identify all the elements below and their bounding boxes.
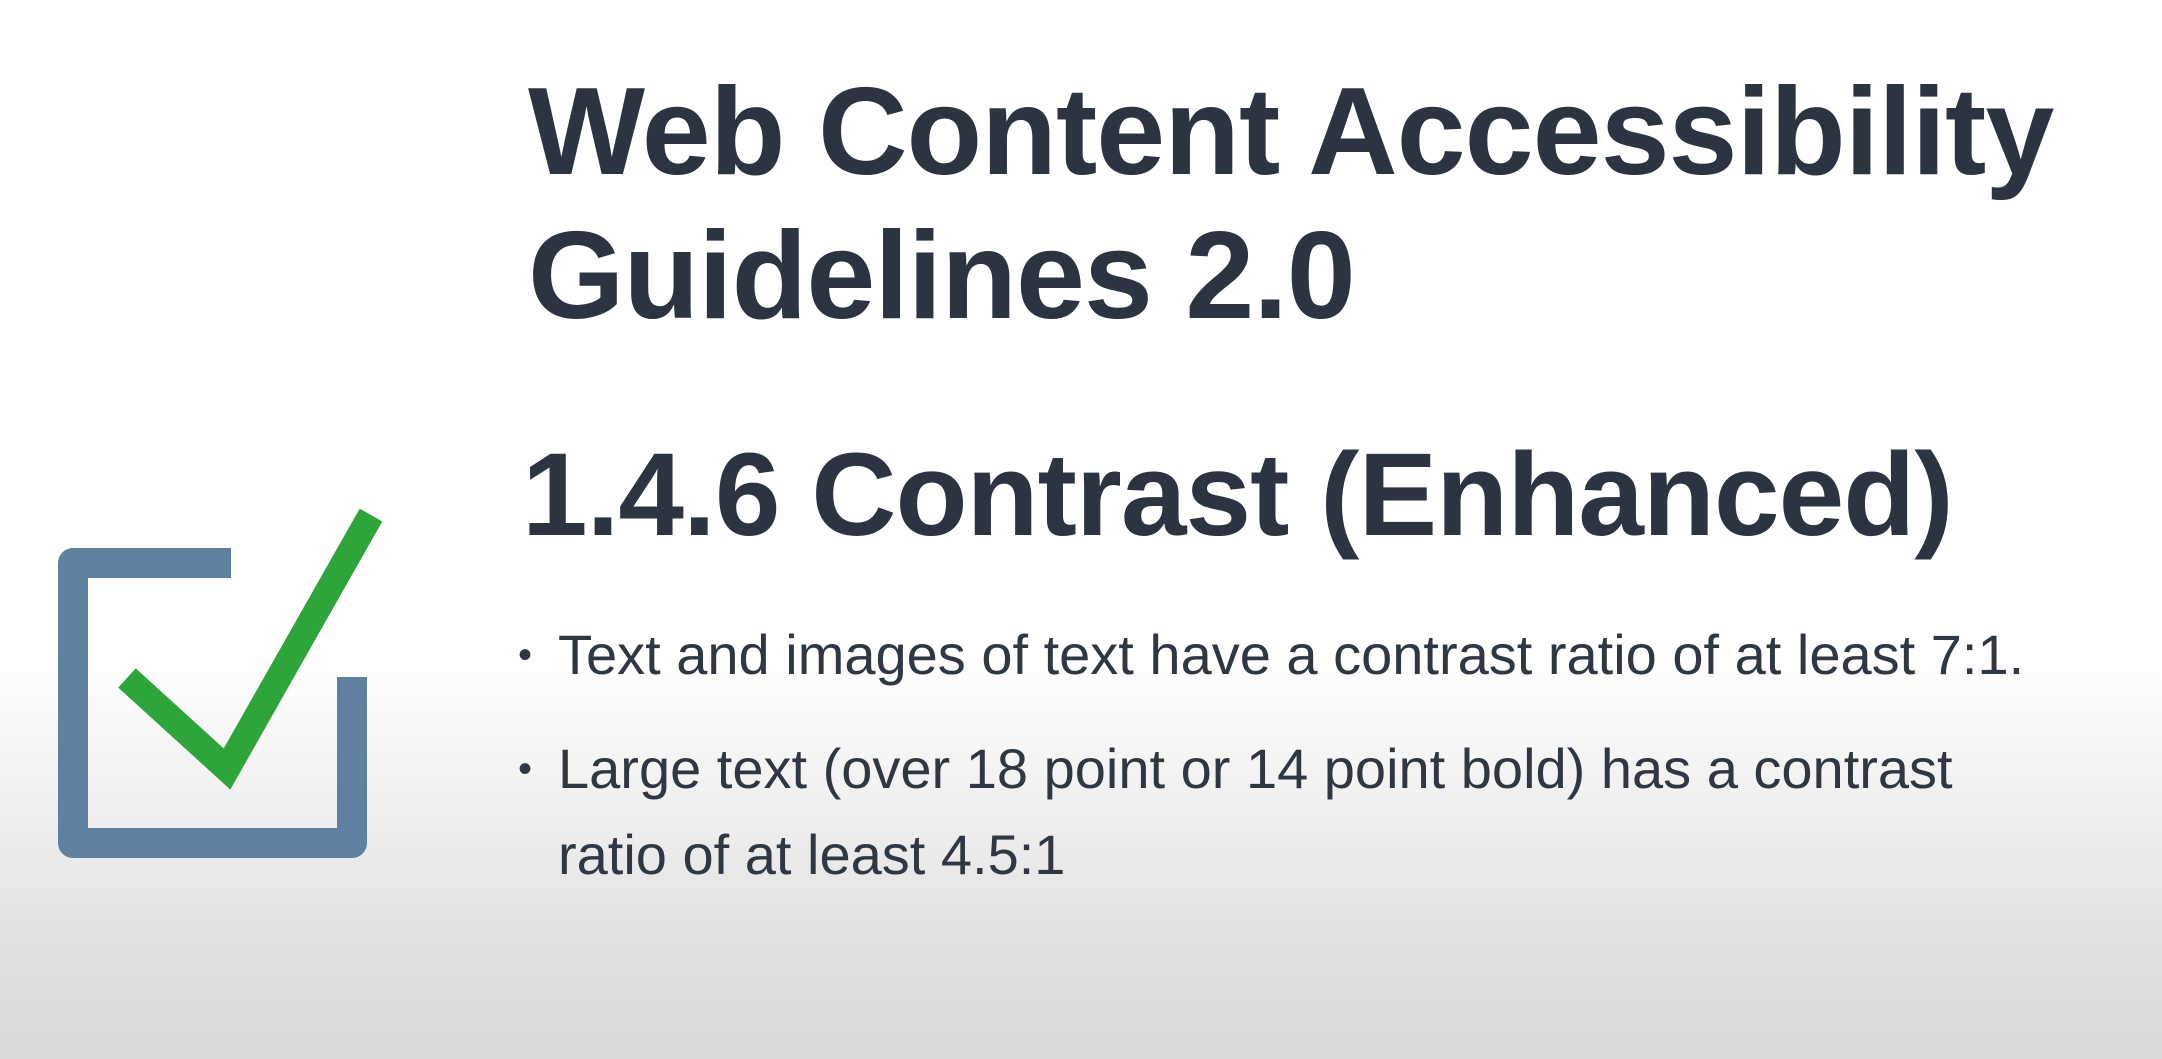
slide-title: Web Content Accessibility Guidelines 2.0 xyxy=(528,63,2054,345)
bullet-text: Large text (over 18 point or 14 point bo… xyxy=(558,737,1953,886)
slide: Web Content Accessibility Guidelines 2.0… xyxy=(0,0,2162,1059)
list-item: • Large text (over 18 point or 14 point … xyxy=(518,726,2038,898)
bullet-marker: • xyxy=(518,747,533,791)
criterion-heading: 1.4.6 Contrast (Enhanced) xyxy=(522,429,1954,561)
list-item: • Text and images of text have a contras… xyxy=(518,612,2038,698)
bullet-list: • Text and images of text have a contras… xyxy=(518,612,2038,926)
bullet-marker: • xyxy=(518,633,533,677)
bullet-text: Text and images of text have a contrast … xyxy=(558,623,2025,686)
checked-checkbox-icon xyxy=(58,508,383,858)
